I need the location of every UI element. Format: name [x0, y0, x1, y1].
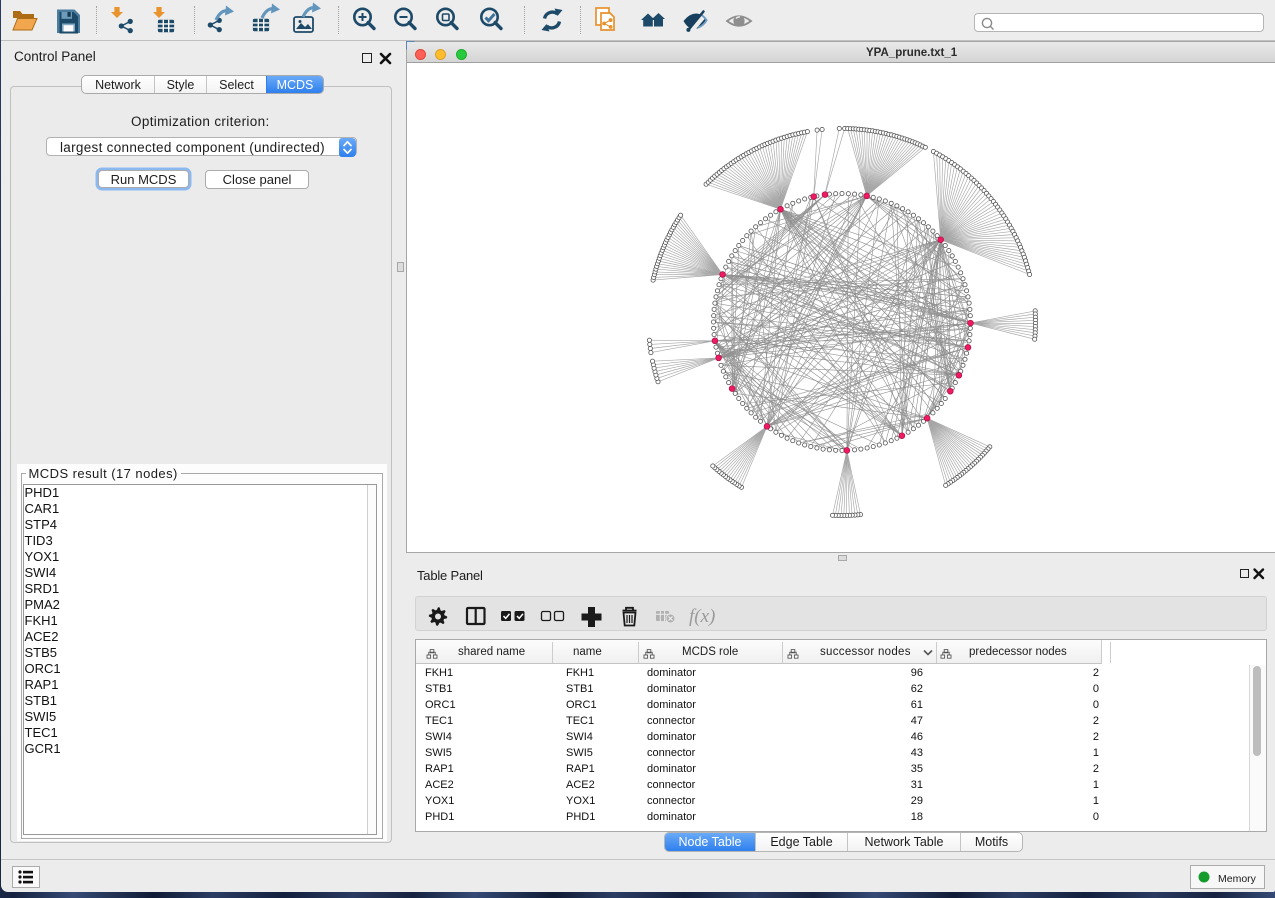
svg-text:f(x): f(x)	[689, 606, 715, 627]
